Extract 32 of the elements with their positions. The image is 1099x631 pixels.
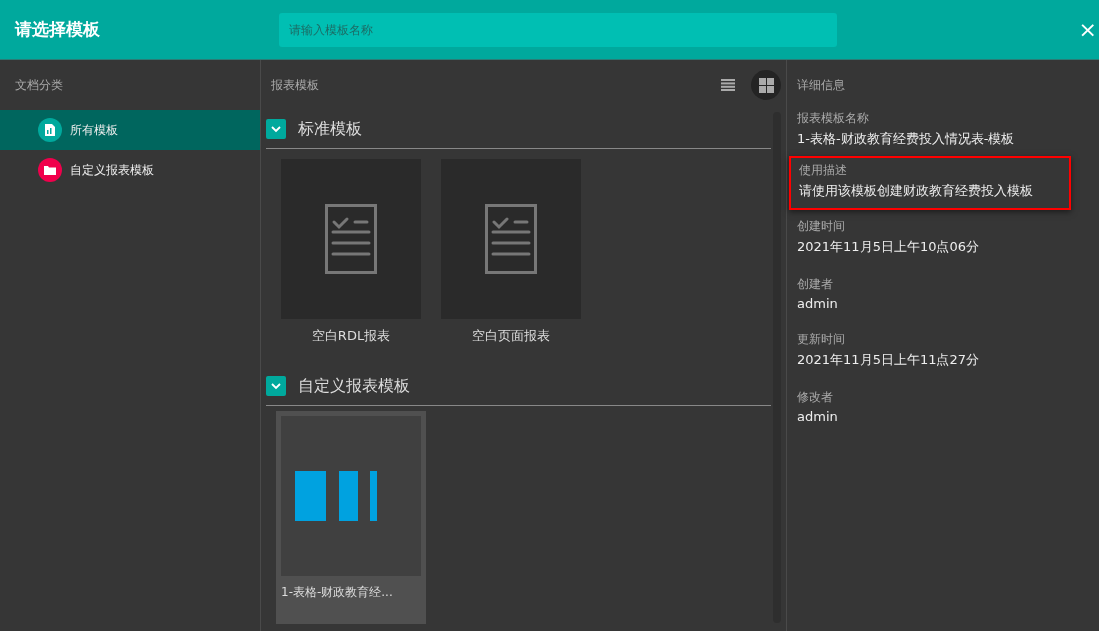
collapse-toggle[interactable] — [266, 119, 286, 139]
panel-heading: 文档分类 — [14, 76, 64, 94]
field-value: 1-表格-财政教育经费投入情况表-模板 — [797, 130, 1016, 148]
field-value: admin — [797, 296, 839, 311]
grid-icon — [758, 77, 774, 93]
grid-view-button[interactable] — [751, 70, 781, 100]
sidebar-item[interactable]: 自定义报表模板 — [0, 150, 260, 190]
field-label: 更新时间 — [797, 331, 846, 348]
sidebar-item[interactable]: 所有模板 — [0, 110, 260, 150]
section-title: 标准模板 — [298, 118, 362, 140]
collapse-toggle[interactable] — [266, 376, 286, 396]
document-icon — [325, 204, 377, 274]
field-value: 2021年11月5日上午11点27分 — [797, 351, 980, 369]
template-card[interactable]: 1-表格-财政教育经... — [276, 411, 426, 624]
panel-heading: 报表模板 — [270, 76, 320, 94]
field-value: admin — [797, 409, 839, 424]
search-field[interactable]: 请输入模板名称 — [279, 12, 837, 47]
field-label: 创建者 — [797, 276, 834, 293]
field-value: 2021年11月5日上午10点06分 — [797, 238, 980, 256]
field-label: 修改者 — [797, 389, 834, 406]
bar-stripes-icon — [295, 471, 377, 521]
chevron-icon — [271, 382, 281, 390]
chevron-icon — [271, 125, 281, 133]
section-title: 自定义报表模板 — [298, 375, 410, 397]
list-icon — [721, 79, 735, 91]
document-icon — [485, 204, 537, 274]
field-value: 请使用该模板创建财政教育经费投入模板 — [799, 182, 1034, 200]
field-label: 使用描述 — [799, 162, 848, 179]
field-label: 创建时间 — [797, 218, 846, 235]
dialog-title: 请选择模板 — [13, 18, 101, 41]
field-label: 报表模板名称 — [797, 110, 870, 127]
panel-heading: 详细信息 — [796, 76, 846, 94]
